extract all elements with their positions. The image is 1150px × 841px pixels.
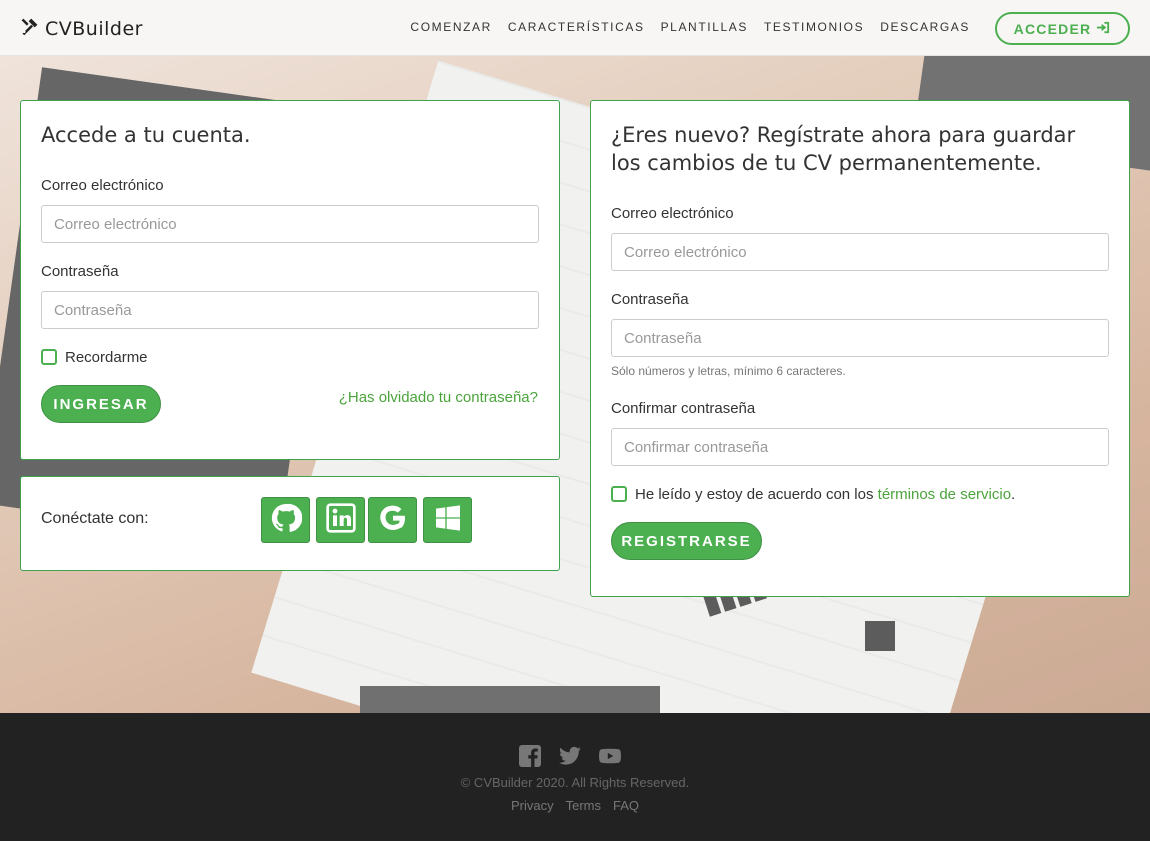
copyright-text: © CVBuilder 2020. All Rights Reserved. [460, 775, 690, 790]
login-email-input[interactable]: Correo electrónico [41, 205, 539, 243]
sign-in-icon [1096, 20, 1111, 38]
confirm-password-input[interactable]: Confirmar contraseña [611, 428, 1109, 466]
nav-link-caracteristicas[interactable]: CARACTERÍSTICAS [508, 20, 645, 34]
linkedin-login-button[interactable] [316, 497, 365, 543]
register-password-label: Contraseña [611, 291, 689, 308]
login-nav-label: ACCEDER [1013, 20, 1092, 37]
register-email-input[interactable]: Correo electrónico [611, 233, 1109, 271]
windows-icon [432, 502, 464, 539]
brand-name: CVBuilder [45, 18, 143, 40]
footer-links: Privacy Terms FAQ [0, 798, 1150, 813]
nav-link-plantillas[interactable]: PLANTILLAS [661, 20, 748, 34]
social-label: Conéctate con: [41, 510, 149, 527]
terms-prefix: He leído y estoy de acuerdo con los [635, 486, 874, 503]
terms-checkbox[interactable] [611, 486, 627, 502]
login-password-label: Contraseña [41, 263, 119, 280]
footer-link-faq[interactable]: FAQ [613, 798, 639, 813]
social-login-card: Conéctate con: [20, 476, 560, 571]
remember-checkbox[interactable] [41, 349, 57, 365]
footer: © CVBuilder 2020. All Rights Reserved. P… [0, 713, 1150, 841]
remember-label: Recordarme [65, 349, 148, 366]
brand[interactable]: CVBuilder [19, 16, 143, 42]
login-email-label: Correo electrónico [41, 177, 164, 194]
nav-links: COMENZAR CARACTERÍSTICAS PLANTILLAS TEST… [410, 20, 970, 34]
login-title: Accede a tu cuenta. [41, 123, 251, 147]
terms-link[interactable]: términos de servicio [878, 486, 1011, 503]
facebook-icon[interactable] [518, 744, 542, 773]
tools-icon [19, 16, 40, 42]
twitter-icon[interactable] [558, 744, 582, 773]
nav-link-comenzar[interactable]: COMENZAR [410, 20, 491, 34]
register-password-input[interactable]: Contraseña [611, 319, 1109, 357]
footer-social-icons [518, 744, 622, 773]
register-title: ¿Eres nuevo? Regístrate ahora para guard… [611, 123, 1076, 175]
google-icon [377, 502, 409, 539]
password-hint: Sólo números y letras, mínimo 6 caracter… [611, 364, 846, 378]
register-email-label: Correo electrónico [611, 205, 734, 222]
footer-link-terms[interactable]: Terms [566, 798, 601, 813]
terms-text: He leído y estoy de acuerdo con los térm… [635, 486, 1015, 503]
confirm-password-label: Confirmar contraseña [611, 400, 756, 417]
youtube-icon[interactable] [598, 744, 622, 773]
login-submit-button[interactable]: INGRESAR [41, 385, 161, 423]
github-login-button[interactable] [261, 497, 310, 543]
register-submit-button[interactable]: REGISTRARSE [611, 522, 762, 560]
nav-link-testimonios[interactable]: TESTIMONIOS [764, 20, 864, 34]
login-nav-button[interactable]: ACCEDER [995, 12, 1130, 45]
navbar: CVBuilder COMENZAR CARACTERÍSTICAS PLANT… [0, 0, 1150, 56]
forgot-password-link[interactable]: ¿Has olvidado tu contraseña? [339, 389, 538, 406]
google-login-button[interactable] [368, 497, 417, 543]
nav-link-descargas[interactable]: DESCARGAS [880, 20, 970, 34]
windows-login-button[interactable] [423, 497, 472, 543]
register-card: ¿Eres nuevo? Regístrate ahora para guard… [590, 100, 1130, 597]
github-icon [270, 502, 302, 539]
login-password-input[interactable]: Contraseña [41, 291, 539, 329]
footer-link-privacy[interactable]: Privacy [511, 798, 554, 813]
login-card: Accede a tu cuenta. Correo electrónico C… [20, 100, 560, 460]
linkedin-icon [325, 502, 357, 539]
terms-suffix: . [1011, 486, 1016, 503]
